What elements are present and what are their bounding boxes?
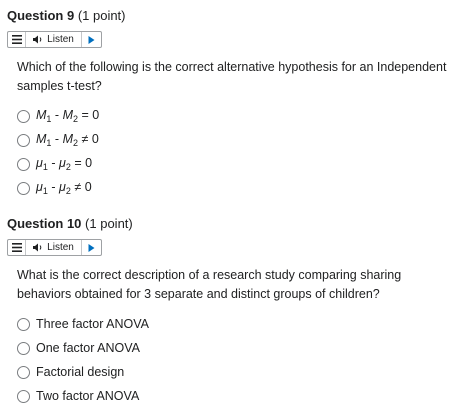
formula-op: - (54, 132, 60, 146)
formula-sub-1: 1 (46, 114, 52, 124)
answer-option[interactable]: M1 - M2 ≠ 0 (17, 128, 467, 152)
question-9: Question 9 (1 point) Listen Which of the… (7, 8, 467, 200)
listen-toolbar: Listen (7, 239, 102, 256)
formula-sub-2: 2 (73, 114, 79, 124)
formula-var-1: M (36, 108, 47, 122)
question-title: Question 9 (7, 8, 75, 23)
formula-var-2: M (62, 132, 73, 146)
formula-val: 0 (84, 180, 92, 194)
menu-icon (11, 35, 22, 44)
radio-button[interactable] (17, 157, 30, 171)
formula-var-1: μ (36, 156, 43, 170)
answer-option[interactable]: Factorial design (17, 360, 467, 384)
formula-var-2: M (62, 108, 73, 122)
formula-op: - (54, 108, 60, 122)
radio-button[interactable] (17, 133, 30, 147)
radio-button[interactable] (17, 389, 30, 403)
answer-option[interactable]: One factor ANOVA (17, 336, 467, 360)
listen-label: Listen (47, 242, 74, 253)
answer-option[interactable]: μ1 - μ2 = 0 (17, 152, 467, 176)
question-text: What is the correct description of a res… (17, 268, 402, 301)
formula-var-1: μ (36, 180, 43, 194)
formula-sub-1: 1 (42, 162, 48, 172)
formula-rel: ≠ (74, 180, 82, 194)
radio-button[interactable] (17, 181, 30, 195)
option-formula: μ1 - μ2 = 0 (36, 156, 92, 172)
menu-icon (11, 243, 22, 252)
radio-button[interactable] (17, 109, 30, 123)
question-points: (1 point) (85, 216, 133, 231)
answer-option[interactable]: Two factor ANOVA (17, 384, 467, 408)
listen-play-button[interactable] (82, 240, 101, 255)
question-header: Question 10 (1 point) (7, 216, 467, 232)
option-label: Factorial design (36, 365, 125, 379)
formula-val: 0 (92, 108, 100, 122)
formula-val: 0 (85, 156, 93, 170)
play-icon (88, 35, 95, 44)
radio-button[interactable] (17, 341, 30, 355)
answer-options: M1 - M2 = 0 M1 - M2 ≠ 0 μ1 - μ2 = 0 μ1 -… (17, 104, 467, 200)
radio-button[interactable] (17, 365, 30, 379)
formula-rel: = (74, 156, 82, 170)
option-label: Three factor ANOVA (36, 317, 150, 331)
speaker-icon (33, 243, 44, 252)
question-title: Question 10 (7, 216, 82, 231)
formula-sub-1: 1 (42, 186, 48, 196)
formula-sub-2: 2 (65, 162, 71, 172)
formula-var-2: μ (59, 156, 66, 170)
radio-button[interactable] (17, 317, 30, 331)
formula-var-2: μ (59, 180, 66, 194)
formula-sub-2: 2 (73, 138, 79, 148)
play-icon (88, 243, 95, 252)
listen-label: Listen (47, 34, 74, 45)
formula-sub-1: 1 (46, 138, 52, 148)
listen-button[interactable]: Listen (26, 32, 82, 47)
answer-option[interactable]: μ1 - μ2 ≠ 0 (17, 176, 467, 200)
speaker-icon (33, 35, 44, 44)
listen-menu-button[interactable] (8, 240, 26, 255)
listen-toolbar: Listen (7, 31, 102, 48)
formula-op: - (51, 180, 56, 194)
question-text: Which of the following is the correct al… (17, 60, 447, 93)
answer-options: Three factor ANOVA One factor ANOVA Fact… (17, 312, 467, 408)
formula-sub-2: 2 (65, 186, 71, 196)
answer-option[interactable]: Three factor ANOVA (17, 312, 467, 336)
question-header: Question 9 (1 point) (7, 8, 467, 24)
listen-play-button[interactable] (82, 32, 101, 47)
question-points: (1 point) (77, 8, 126, 23)
listen-menu-button[interactable] (8, 32, 26, 47)
formula-var-1: M (36, 132, 47, 146)
formula-rel: ≠ (81, 132, 89, 146)
answer-option[interactable]: M1 - M2 = 0 (17, 104, 467, 128)
option-formula: μ1 - μ2 ≠ 0 (36, 180, 92, 196)
option-label: One factor ANOVA (36, 341, 140, 355)
formula-val: 0 (91, 132, 99, 146)
listen-button[interactable]: Listen (26, 240, 82, 255)
option-formula: M1 - M2 = 0 (36, 108, 99, 124)
formula-op: - (51, 156, 56, 170)
question-10: Question 10 (1 point) Listen What is the… (7, 216, 467, 408)
option-formula: M1 - M2 ≠ 0 (36, 132, 99, 148)
option-label: Two factor ANOVA (36, 389, 140, 403)
formula-rel: = (81, 108, 89, 122)
